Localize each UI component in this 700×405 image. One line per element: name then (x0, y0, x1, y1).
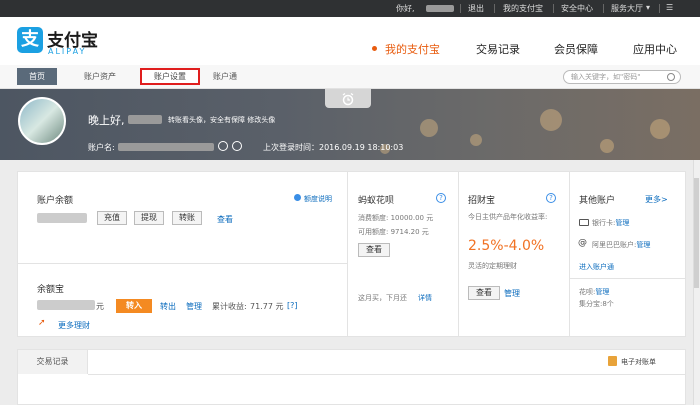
nav-active-dot (372, 46, 377, 51)
tab-account-pass[interactable]: 账户通 (201, 68, 249, 85)
statement-icon (608, 356, 617, 366)
enter-account-pass-link[interactable]: 进入账户通 (579, 262, 614, 272)
zhaocai-rate: 2.5%-4.0% (468, 238, 545, 254)
yuebao-unit: 元 (96, 302, 104, 311)
logo-subtext: ALIPAY (48, 47, 87, 56)
huabei-view-button[interactable]: 查看 (358, 243, 390, 257)
my-alipay-link[interactable]: 我的支付宝 (503, 3, 543, 14)
records-card (17, 349, 686, 405)
huabei-title: 蚂蚁花呗 (358, 196, 395, 206)
scrollbar-thumb[interactable] (694, 178, 699, 288)
bank-manage-link[interactable]: 管理 (615, 219, 629, 227)
nav-transactions[interactable]: 交易记录 (476, 41, 520, 57)
alarm-clock-icon[interactable] (325, 89, 371, 108)
zhaocai-desc: 今日主供产品年化收益率: (468, 213, 548, 221)
alibaba-icon: @ (578, 238, 587, 248)
sub-nav: 首页 账户资产 账户设置 账户通 输入关键字，如"密码" (0, 65, 700, 89)
huabei-footer: 这月买，下月还 (358, 294, 407, 302)
balance-view-link[interactable]: 查看 (217, 214, 233, 225)
yuebao-manage-link[interactable]: 管理 (186, 301, 202, 312)
nav-app-center[interactable]: 应用中心 (633, 41, 677, 57)
user-icon[interactable] (218, 141, 228, 151)
more-finance-link[interactable]: 更多理财 (58, 320, 90, 331)
top-bar: 你好, 退出 我的支付宝 安全中心 服务大厅 ▾ ☰ (0, 0, 700, 17)
avatar[interactable] (18, 97, 66, 145)
search-input[interactable]: 输入关键字，如"密码" (563, 70, 681, 84)
account-name-blurred (118, 143, 214, 151)
points-text: 集分宝:8个 (579, 300, 614, 308)
logout-link[interactable]: 退出 (468, 3, 484, 14)
topbar-greeting: 你好, (396, 4, 415, 13)
nickname-blurred (128, 115, 162, 124)
other-more-link[interactable]: 更多> (645, 194, 668, 205)
zhaocai-help-icon[interactable]: ? (546, 193, 556, 203)
alipay-logo-icon[interactable]: 支 (17, 27, 43, 53)
username-blurred (426, 5, 454, 12)
zhaocai-view-button[interactable]: 查看 (468, 286, 500, 300)
search-placeholder: 输入关键字，如"密码" (571, 73, 641, 81)
chevron-down-icon[interactable]: ▾ (646, 3, 650, 12)
other-title: 其他账户 (579, 196, 616, 206)
huabei-other: 花呗:管理 (579, 288, 610, 296)
balance-title: 账户余额 (37, 196, 74, 206)
tab-account-assets[interactable]: 账户资产 (72, 68, 128, 85)
tab-home[interactable]: 首页 (17, 68, 57, 85)
rocket-icon: ➚ (38, 318, 46, 328)
transfer-in-button[interactable]: 转入 (116, 299, 152, 313)
income-hint[interactable]: [?] (287, 301, 298, 310)
tab-transaction-records[interactable]: 交易记录 (18, 350, 88, 374)
zhaocai-title: 招财宝 (468, 196, 496, 206)
income-label: 累计收益: (212, 302, 247, 311)
nav-member-protection[interactable]: 会员保障 (554, 41, 598, 57)
alibaba-manage-link[interactable]: 管理 (636, 241, 650, 249)
withdraw-button[interactable]: 提现 (134, 211, 164, 225)
nav-my-alipay[interactable]: 我的支付宝 (385, 41, 440, 57)
income-value: 71.77 元 (250, 302, 284, 311)
bank-card-icon (579, 219, 589, 226)
menu-icon[interactable]: ☰ (666, 3, 673, 12)
zhaocai-manage-link[interactable]: 管理 (504, 288, 520, 299)
account-name-label: 账户名: (88, 143, 115, 152)
huabei-available: 可用额度: 9714.20 元 (358, 228, 429, 236)
huabei-limit: 消费额度: 10000.00 元 (358, 214, 434, 222)
huabei-detail-link[interactable]: 详情 (418, 293, 432, 303)
info-icon (294, 194, 301, 201)
service-hall-link[interactable]: 服务大厅 (611, 3, 643, 14)
huabei-help-icon[interactable]: ? (436, 193, 446, 203)
phone-icon[interactable] (232, 141, 242, 151)
security-center-link[interactable]: 安全中心 (561, 3, 593, 14)
tab-account-settings[interactable]: 账户设置 (140, 68, 200, 85)
last-login: 上次登录时间：2016.09.19 18:10:03 (263, 143, 404, 152)
zhaocai-sub: 灵活的定期理财 (468, 262, 517, 270)
transfer-out-link[interactable]: 转出 (160, 301, 176, 312)
balance-blurred (37, 213, 87, 223)
e-statement-link[interactable]: 电子对账单 (621, 357, 656, 367)
huabei-manage-link[interactable]: 管理 (595, 288, 609, 296)
yuebao-amount-blurred (37, 300, 95, 310)
avatar-tip-links[interactable]: 转账看头像，安全有保障 修改头像 (168, 115, 275, 125)
limit-help-link[interactable]: 额度说明 (304, 194, 332, 204)
greeting-text: 晚上好, (88, 114, 125, 127)
recharge-button[interactable]: 充值 (97, 211, 127, 225)
search-icon[interactable] (667, 73, 675, 81)
transfer-button[interactable]: 转账 (172, 211, 202, 225)
bank-label: 银行卡:管理 (592, 219, 630, 227)
alibaba-label: 阿里巴巴账户:管理 (592, 241, 651, 249)
yuebao-title: 余额宝 (37, 285, 65, 295)
